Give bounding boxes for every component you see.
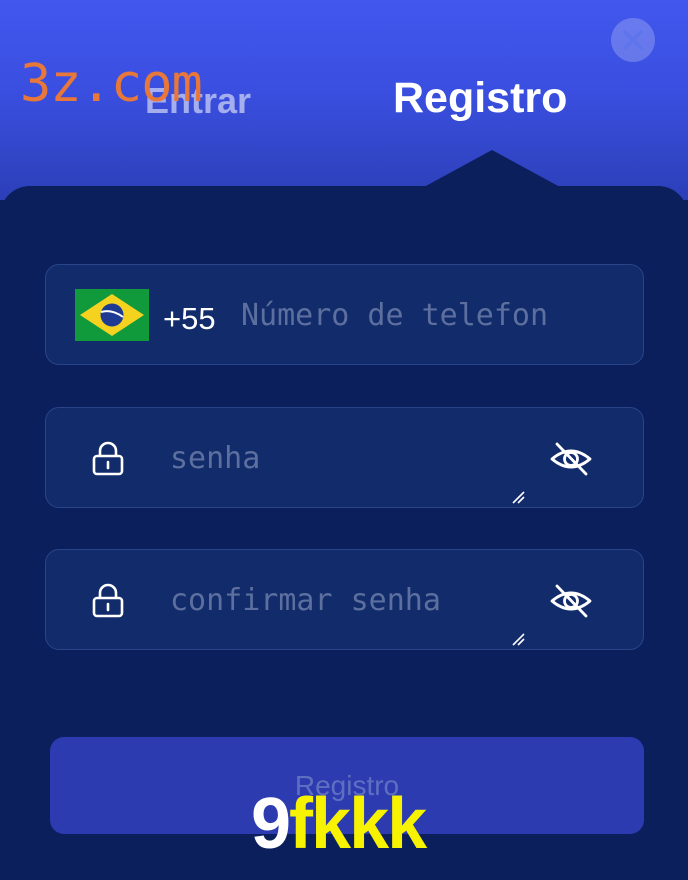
watermark-bottom-suffix: fkkk — [289, 784, 427, 864]
watermark-bottom: 9fkkk — [251, 788, 427, 860]
brazil-flag-icon[interactable] — [75, 289, 149, 341]
confirm-password-field[interactable] — [45, 549, 644, 650]
resize-handle-icon[interactable] — [511, 632, 525, 646]
watermark-top: 3z.com — [20, 54, 203, 114]
confirm-password-input[interactable] — [170, 578, 510, 622]
phone-input[interactable] — [241, 293, 591, 337]
phone-field[interactable]: +55 — [45, 264, 644, 365]
resize-handle-icon[interactable] — [511, 490, 525, 504]
close-button[interactable] — [611, 18, 655, 62]
password-input[interactable] — [170, 436, 510, 480]
password-field[interactable] — [45, 407, 644, 508]
eye-off-icon[interactable] — [549, 441, 593, 477]
active-tab-pointer — [424, 150, 560, 187]
tab-register[interactable]: Registro — [393, 74, 567, 123]
eye-off-icon[interactable] — [549, 583, 593, 619]
country-code[interactable]: +55 — [163, 301, 216, 337]
lock-icon — [92, 583, 124, 618]
close-icon — [623, 30, 643, 50]
lock-icon — [92, 441, 124, 476]
watermark-bottom-prefix: 9 — [251, 784, 291, 864]
